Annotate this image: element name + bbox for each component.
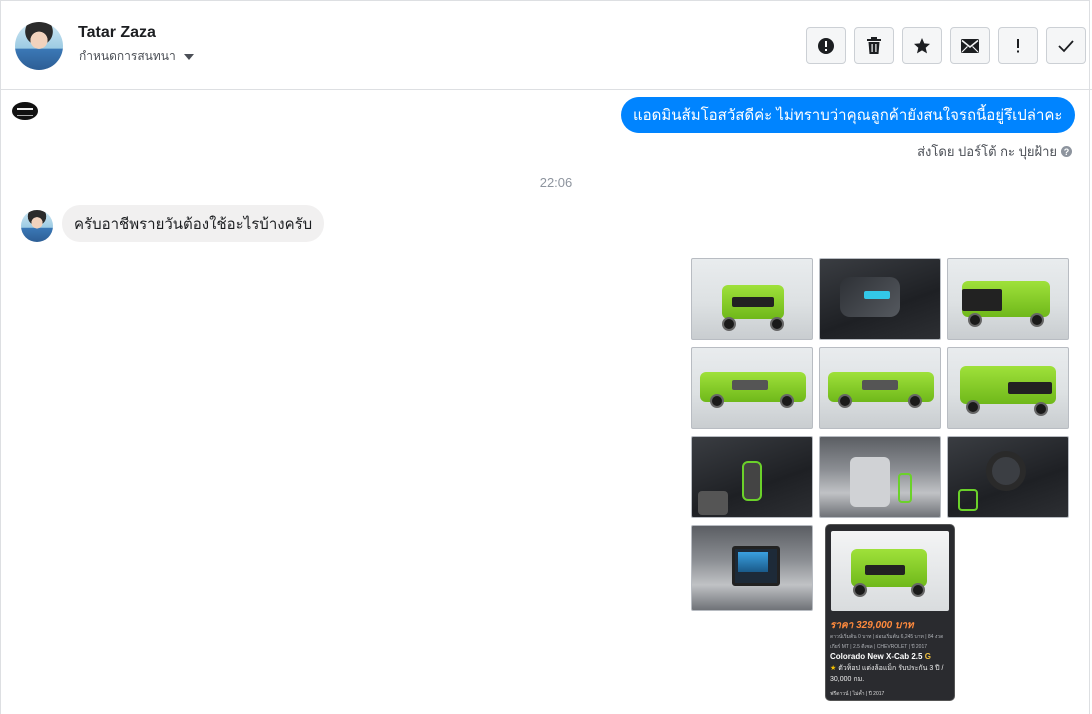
alert-circle-icon	[818, 37, 834, 54]
truck-wheel	[710, 394, 724, 408]
photo-attachment[interactable]	[691, 436, 813, 518]
conversation-settings-label: กำหนดการสนทนา	[79, 49, 176, 63]
conversation-header: Tatar Zaza กำหนดการสนทนา	[0, 0, 1092, 90]
help-icon[interactable]: ?	[1061, 146, 1072, 157]
ad-footer: ฟรีดาวน์ | ไม่ค้ำ | ปี 2017	[830, 691, 885, 697]
truck-grille	[732, 297, 774, 307]
message-timestamp: 22:06	[539, 175, 573, 190]
ad-model: Colorado New X-Cab 2.5 G	[830, 652, 931, 661]
ad-photo	[831, 531, 949, 611]
contact-avatar-small[interactable]	[21, 210, 53, 242]
check-icon	[1058, 39, 1074, 52]
photo-attachment[interactable]	[691, 258, 813, 340]
steering-wheel	[986, 451, 1026, 491]
delete-button[interactable]	[854, 27, 894, 64]
truck-decal	[862, 380, 898, 390]
sent-by-label: ส่งโดย ปอร์โต้ กะ ปุยฝ้าย ?	[917, 141, 1072, 162]
ad-feature: ★ ตัวท็อป แต่งล้อแม็ก รับประกัน 3 ปี / 3…	[830, 663, 952, 685]
photo-attachment[interactable]	[819, 436, 941, 518]
truck-wheel	[968, 313, 982, 327]
contact-name[interactable]: Tatar Zaza	[78, 24, 156, 42]
ad-model-name: Colorado New X-Cab 2.5	[830, 652, 923, 661]
seat	[698, 491, 728, 515]
sent-by-text: ส่งโดย ปอร์โต้ กะ ปุยฝ้าย	[917, 144, 1057, 159]
truck-wheel	[1034, 402, 1048, 416]
photo-attachment[interactable]	[691, 347, 813, 429]
photo-attachment[interactable]	[819, 347, 941, 429]
truck-wheel	[838, 394, 852, 408]
truck-decal	[732, 380, 768, 390]
star-icon	[914, 37, 930, 53]
photo-attachment[interactable]	[819, 258, 941, 340]
caret-down-icon	[183, 53, 194, 60]
engine-badge	[864, 291, 890, 299]
ad-model-suffix: G	[924, 652, 931, 661]
ad-feature-text: ตัวท็อป แต่งล้อแม็ก รับประกัน 3 ปี / 30,…	[830, 665, 944, 683]
ad-price: ราคา 329,000 บาท	[830, 620, 914, 631]
truck-grille	[1008, 382, 1052, 394]
truck-wheel	[911, 583, 925, 597]
trash-icon	[867, 36, 881, 54]
gear-shifter	[898, 473, 912, 503]
truck-grille	[865, 565, 905, 575]
envelope-icon	[961, 38, 979, 53]
photo-attachment[interactable]	[947, 436, 1069, 518]
done-button[interactable]	[1046, 27, 1086, 64]
truck-wheel	[908, 394, 922, 408]
important-button[interactable]	[998, 27, 1038, 64]
photo-attachment[interactable]	[691, 525, 813, 611]
mark-unread-button[interactable]	[950, 27, 990, 64]
truck-wheel	[770, 317, 784, 331]
sent-message[interactable]: แอดมินส้มโอสวัสดีค่ะ ไม่ทราบว่าคุณลูกค้า…	[621, 97, 1075, 133]
truck-wheel	[966, 400, 980, 414]
truck-wheel	[853, 583, 867, 597]
received-message[interactable]: ครับอาชีพรายวันต้องใช้อะไรบ้างครับ	[62, 205, 325, 242]
truck-tailgate	[962, 289, 1002, 311]
screen-display	[738, 552, 768, 572]
photo-attachment[interactable]	[947, 347, 1069, 429]
seat	[850, 457, 890, 507]
ad-spec-line-1: ดาวน์เริ่มต้น 0 บาท | ผ่อนเริ่มต้น 6,245…	[830, 634, 944, 640]
page-avatar	[12, 102, 38, 120]
star-button[interactable]	[902, 27, 942, 64]
truck-wheel	[722, 317, 736, 331]
gear-shifter	[958, 489, 978, 511]
contact-avatar[interactable]	[15, 22, 63, 70]
truck-wheel	[780, 394, 794, 408]
truck-wheel	[1030, 313, 1044, 327]
exclamation-icon	[1017, 38, 1019, 52]
conversation-settings-dropdown[interactable]: กำหนดการสนทนา	[79, 47, 194, 66]
star-icon: ★	[830, 665, 837, 672]
report-button[interactable]	[806, 27, 846, 64]
gear-shifter	[742, 461, 762, 501]
ad-spec-line-2: เกียร์ MT | 2.5 ดีเซล | CHEVROLET | ปี 2…	[830, 644, 928, 650]
car-ad-attachment[interactable]: ราคา 329,000 บาท ดาวน์เริ่มต้น 0 บาท | ผ…	[826, 525, 954, 700]
photo-attachment[interactable]	[947, 258, 1069, 340]
